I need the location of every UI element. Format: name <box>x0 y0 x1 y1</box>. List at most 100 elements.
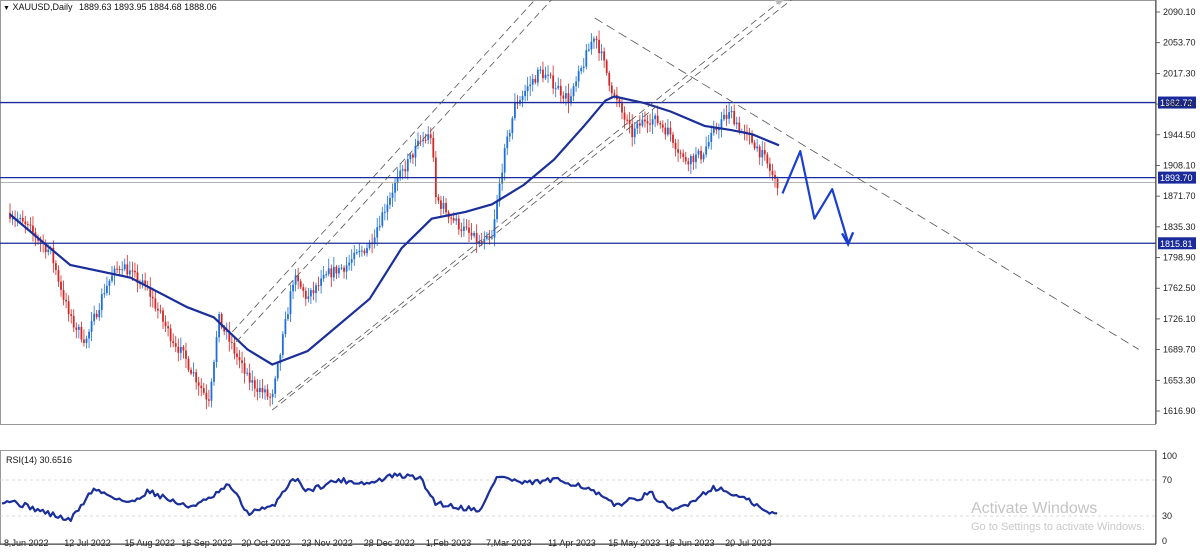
candle-body <box>391 192 394 198</box>
candle-body <box>575 81 577 87</box>
candle-body <box>723 114 725 120</box>
candle-body <box>531 78 534 85</box>
price-tick-label: 1944.50 <box>1163 130 1196 140</box>
price-tick-label: 2053.70 <box>1163 38 1196 48</box>
candle-body <box>485 236 488 239</box>
candle-body <box>582 66 585 69</box>
chart-title: ▼ XAUUSD,Daily 1889.63 1893.95 1884.68 1… <box>3 2 217 12</box>
candle-body <box>508 133 511 137</box>
candle-body <box>613 93 616 95</box>
candle-body <box>246 372 249 374</box>
candle-body <box>164 321 167 327</box>
candle-body <box>442 202 445 209</box>
price-tick-label: 1871.70 <box>1163 191 1196 201</box>
candle-body <box>210 381 213 401</box>
candle-body <box>241 360 243 364</box>
candle-body <box>567 93 570 104</box>
candle-body <box>720 119 723 129</box>
candle-body <box>284 318 287 335</box>
candle-body <box>565 93 567 99</box>
candle-body <box>289 291 292 315</box>
candle-body <box>692 156 695 163</box>
candle-body <box>310 290 312 297</box>
candle-body <box>542 69 544 79</box>
candle-body <box>401 169 404 171</box>
candle-body <box>621 103 623 113</box>
candle-body <box>77 326 80 330</box>
candle-body <box>271 393 274 398</box>
candle-body <box>157 308 159 311</box>
candle-body <box>552 75 555 89</box>
candle-body <box>473 233 475 236</box>
candle-body <box>261 387 264 393</box>
candle-body <box>468 227 470 233</box>
candle-body <box>636 123 639 129</box>
collapse-triangle-icon[interactable]: ▼ <box>3 5 10 12</box>
candle-body <box>585 50 588 67</box>
candle-body <box>580 68 583 72</box>
candle-body <box>348 262 351 266</box>
ohlc-values: 1889.63 1893.95 1884.68 1888.06 <box>78 2 217 12</box>
price-tick-label: 1726.10 <box>1163 314 1196 324</box>
candle-body <box>422 139 424 142</box>
candle-body <box>111 275 113 281</box>
candle-body <box>587 49 590 51</box>
candle-body <box>383 211 386 213</box>
candle-body <box>751 135 753 143</box>
candle-body <box>521 96 524 101</box>
price-tick-label: 1653.30 <box>1163 375 1196 385</box>
candle-body <box>503 148 506 173</box>
candle-body <box>644 119 646 122</box>
candle-body <box>463 226 465 231</box>
candle-body <box>312 290 315 294</box>
candle-body <box>450 217 453 219</box>
candle-body <box>100 294 103 311</box>
candle-body <box>75 327 78 330</box>
candle-body <box>335 266 338 274</box>
candle-body <box>559 85 562 96</box>
candle-body <box>185 350 187 359</box>
candle-body <box>159 310 162 312</box>
candle-body <box>389 197 391 205</box>
watermark-subtitle: Go to Settings to activate Windows. <box>971 521 1145 533</box>
candle-body <box>177 346 180 353</box>
candle-body <box>251 380 254 383</box>
candle-body <box>88 331 90 339</box>
candle-body <box>200 385 203 389</box>
candle-body <box>307 296 310 299</box>
candle-body <box>236 353 238 358</box>
candle-body <box>514 101 516 119</box>
candle-body <box>771 170 774 175</box>
candle-body <box>623 112 626 120</box>
candle-body <box>197 382 200 386</box>
time-tick-label: 1 Feb 2023 <box>426 538 472 548</box>
candle-body <box>330 268 333 278</box>
time-tick-label: 7 Mar 2023 <box>486 538 532 548</box>
candle-body <box>406 159 409 172</box>
candle-body <box>208 399 210 401</box>
time-tick-label: 8 Jun 2022 <box>4 538 49 548</box>
candle-body <box>687 161 690 165</box>
rsi-tick-label: 70 <box>1162 475 1172 485</box>
candle-body <box>19 217 22 219</box>
price-tick-label: 1980.90 <box>1163 99 1196 109</box>
candle-body <box>355 252 358 254</box>
symbol-label: XAUUSD,Daily <box>12 2 73 12</box>
candle-body <box>700 150 702 160</box>
candle-body <box>302 287 305 291</box>
candle-body <box>511 118 514 134</box>
candle-body <box>626 119 628 121</box>
candle-body <box>151 296 154 299</box>
candle-body <box>276 363 279 379</box>
candle-body <box>452 217 455 221</box>
candle-body <box>590 41 593 50</box>
candle-body <box>674 142 677 150</box>
candle-body <box>202 388 205 393</box>
candle-body <box>577 71 580 82</box>
candle-body <box>506 136 509 149</box>
candle-body <box>544 74 547 79</box>
candle-body <box>26 223 29 225</box>
candle-body <box>600 51 603 54</box>
candle-body <box>649 123 651 125</box>
candle-body <box>192 372 195 374</box>
